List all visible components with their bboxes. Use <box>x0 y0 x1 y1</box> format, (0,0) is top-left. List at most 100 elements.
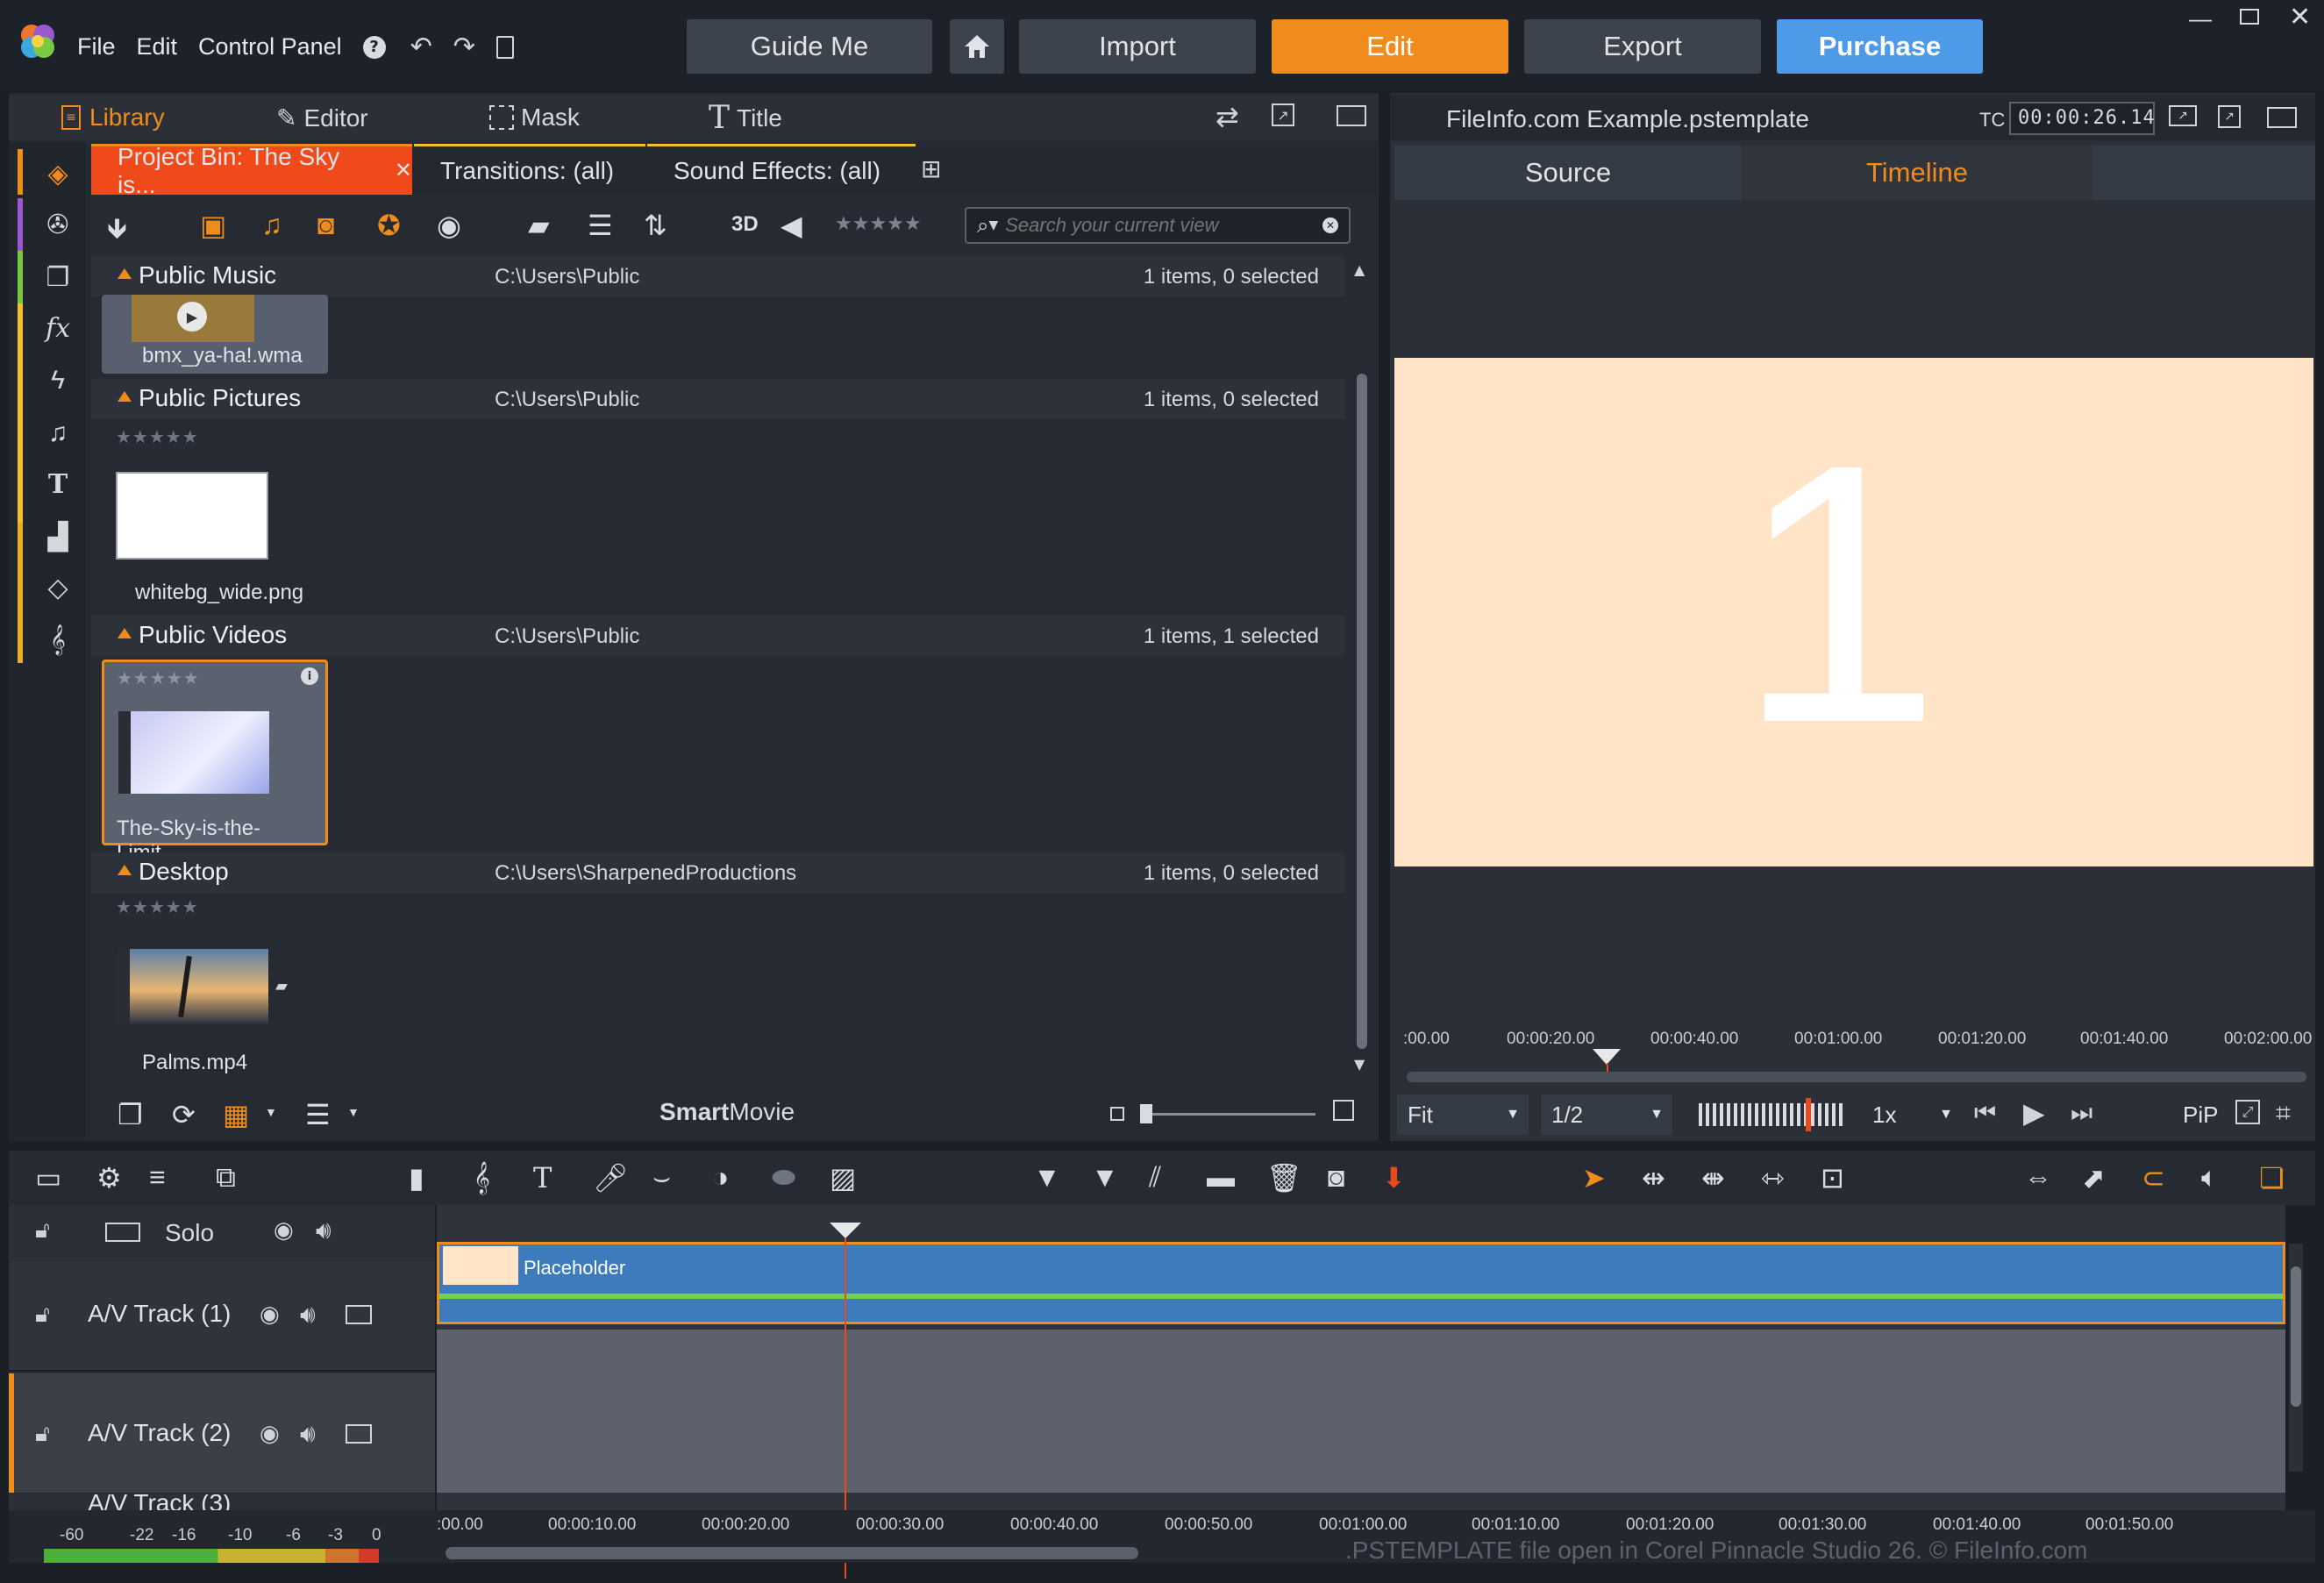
solo-label[interactable]: Solo <box>165 1219 214 1247</box>
search-input[interactable] <box>1005 214 1322 237</box>
speaker-icon[interactable]: 🔊︎ <box>316 1216 331 1245</box>
marker-in-icon[interactable]: ▼ <box>1033 1161 1061 1194</box>
montage-icon[interactable]: ▟ <box>39 517 77 556</box>
menu-edit[interactable]: Edit <box>137 33 178 61</box>
purchase-button[interactable]: Purchase <box>1777 19 1983 74</box>
tab-sound-effects[interactable]: Sound Effects: (all) <box>647 144 916 195</box>
trash-icon[interactable]: 🗑︎ <box>1266 1161 1302 1194</box>
panel-layout-icon[interactable] <box>1337 105 1366 126</box>
project-filter-icon[interactable]: ✪ <box>377 209 401 242</box>
collapse-icon[interactable] <box>118 628 132 638</box>
info-icon[interactable]: i <box>301 667 318 685</box>
preview-screen[interactable]: 1 <box>1394 358 2313 866</box>
export-button[interactable]: Export <box>1524 19 1761 74</box>
fullscreen-icon[interactable]: ↗ <box>2169 105 2197 126</box>
roll-icon[interactable]: ⇼ <box>1701 1161 1725 1194</box>
vscroll-thumb[interactable] <box>2291 1266 2301 1407</box>
play-icon[interactable]: ▶ <box>2023 1096 2045 1130</box>
track-overlay-icon[interactable] <box>346 1424 372 1444</box>
rating-stars[interactable]: ★★★★★ <box>116 896 199 918</box>
timecode-field[interactable]: 00:00:26.14 <box>2009 102 2155 135</box>
lock-icon[interactable]: 🔓︎ <box>35 1301 50 1329</box>
smartmovie-button[interactable]: SmartMovie <box>659 1098 795 1126</box>
details-icon[interactable]: ☰ <box>305 1098 331 1131</box>
slider-handle[interactable] <box>1140 1104 1152 1123</box>
shuttle-control[interactable] <box>1699 1098 1844 1131</box>
pip-button[interactable]: PiP <box>2183 1102 2218 1129</box>
lock-icon[interactable]: 🔓︎ <box>35 1217 50 1244</box>
import-button[interactable]: Import <box>1019 19 1256 74</box>
group-public-music[interactable]: Public Music C:\Users\Public 1 items, 0 … <box>91 256 1345 296</box>
play-icon[interactable]: ▶ <box>177 302 207 332</box>
blend-icon[interactable]: ⬬ <box>772 1161 795 1194</box>
tab-transitions[interactable]: Transitions: (all) <box>414 144 645 195</box>
media-item-whitebg[interactable] <box>116 472 268 560</box>
grid-view-icon[interactable]: ▦ <box>223 1098 249 1131</box>
selection-arrow-icon[interactable]: ➤ <box>1582 1161 1606 1194</box>
media-item-bmx[interactable]: ▶ bmx_ya-ha!.wma <box>102 295 328 374</box>
preview-layout-icon[interactable] <box>2267 107 2297 128</box>
resolution-dropdown[interactable]: 1/2 ▼ <box>1541 1095 1672 1135</box>
timeline-playhead[interactable] <box>830 1223 861 1238</box>
ripple-icon[interactable]: ⇹ <box>1642 1161 1665 1194</box>
insert-mode-icon[interactable]: ⬈ <box>2082 1161 2106 1194</box>
timeline-vscroll[interactable] <box>2289 1244 2303 1472</box>
preview-scrub-bar[interactable] <box>1407 1072 2306 1082</box>
help-icon[interactable]: ? <box>362 35 386 59</box>
split-icon[interactable]: ⫽ <box>1149 1161 1161 1194</box>
menu-file[interactable]: File <box>77 33 116 61</box>
editing-mode-icon[interactable]: ❏ <box>2259 1161 2285 1194</box>
lock-icon[interactable]: 🔓︎ <box>35 1421 50 1448</box>
collapse-icon[interactable] <box>118 865 132 875</box>
home-button[interactable] <box>950 19 1004 74</box>
add-title-icon[interactable]: T <box>533 1161 552 1194</box>
collapse-icon[interactable] <box>118 268 132 279</box>
undock-icon[interactable]: ↗ <box>1272 103 1294 126</box>
audio-filter-icon[interactable]: ♫ <box>261 209 282 241</box>
audio-scrub-icon[interactable]: 🔈︎ <box>2201 1161 2218 1194</box>
folder-icon[interactable]: ▰ <box>528 209 550 242</box>
preview-ruler[interactable]: :00.00 00:00:20.00 00:00:40.00 00:01:00.… <box>1394 1017 2315 1087</box>
clef-icon[interactable]: 𝄞 <box>39 621 77 660</box>
motion-icon[interactable]: ⌣ <box>652 1161 671 1194</box>
sync-icon[interactable]: ⟳ <box>172 1098 196 1131</box>
video-filter-icon[interactable]: ▣ <box>200 209 226 242</box>
tab-mask[interactable]: Mask <box>489 103 580 132</box>
scroll-thumb[interactable] <box>1357 374 1367 1049</box>
track-lane-2[interactable] <box>437 1330 2285 1493</box>
timeline-hscroll[interactable] <box>446 1547 1138 1559</box>
redo-icon[interactable]: ↷ <box>453 32 475 62</box>
snapshot-icon[interactable]: ◙ <box>1328 1161 1344 1194</box>
lightning-icon[interactable]: ϟ <box>39 361 77 400</box>
gear-icon[interactable]: ⚙ <box>96 1161 122 1194</box>
chevron-down-icon[interactable]: ▼ <box>265 1105 277 1119</box>
timeline-ruler[interactable]: :00.00 00:00:10.00 00:00:20.00 00:00:30.… <box>437 1510 2313 1564</box>
group-desktop[interactable]: Desktop C:\Users\SharpenedProductions 1 … <box>91 852 1345 893</box>
marker-out-icon[interactable]: ▼ <box>1091 1161 1119 1194</box>
tab-library[interactable]: ≡ Library <box>61 103 165 132</box>
step-back-icon[interactable]: ⏮ <box>1974 1098 1996 1128</box>
tab-editor[interactable]: ✎ Editor <box>276 103 368 132</box>
close-tab-icon[interactable]: ✕ <box>395 158 412 183</box>
expand-icon[interactable]: ⤢ <box>2235 1100 2260 1124</box>
scroll-down-icon[interactable]: ▼ <box>1354 1056 1365 1073</box>
speaker-icon[interactable]: 🔊︎ <box>300 1419 316 1449</box>
clear-search-icon[interactable]: ✕ <box>1322 217 1338 233</box>
close-icon[interactable]: ✕ <box>2289 2 2311 32</box>
speed-dropdown[interactable]: 1x ▼ <box>1862 1095 1960 1135</box>
collections-bottom-icon[interactable]: ❐ <box>118 1098 143 1131</box>
collections-icon[interactable]: ❐ <box>39 258 77 296</box>
search-box[interactable]: ⌕ ▼ ✕ <box>965 207 1351 244</box>
project-bin-icon[interactable]: ◈ <box>39 154 77 193</box>
undo-icon[interactable]: ↶ <box>410 32 432 62</box>
fit-timeline-icon[interactable]: ⊡ <box>1821 1161 1844 1194</box>
crop-icon[interactable]: ⌗ <box>2276 1098 2291 1129</box>
view-3d-button[interactable]: 3D <box>731 212 759 237</box>
razor-icon[interactable]: ▬ <box>1207 1161 1235 1194</box>
timeline-tracks[interactable]: Placeholder <box>437 1205 2303 1579</box>
undock-timeline-icon[interactable]: ⧉ <box>216 1161 236 1194</box>
track-header-2[interactable]: 🔓︎ A/V Track (2) ◉ 🔊︎ <box>9 1373 435 1493</box>
eye-icon[interactable]: ◉ <box>260 1421 280 1447</box>
thumbnail-size-slider[interactable] <box>1140 1104 1315 1123</box>
speaker-icon[interactable]: 🔊︎ <box>300 1300 316 1330</box>
